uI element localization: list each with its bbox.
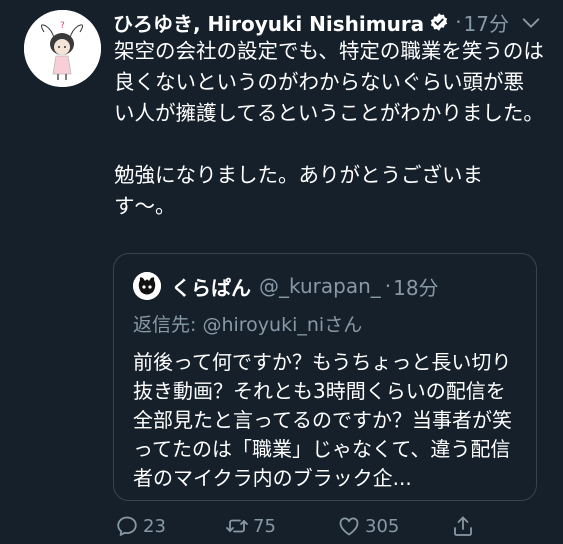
quoted-separator-dot: · bbox=[384, 274, 392, 298]
reply-mention: @hiroyuki_ni bbox=[202, 314, 325, 336]
tweet-header: ひろゆき, Hiroyuki Nishimura · 17分 bbox=[113, 8, 509, 36]
display-name[interactable]: ひろゆき, Hiroyuki Nishimura bbox=[113, 8, 424, 37]
quoted-display-name: くらぱん bbox=[171, 275, 251, 300]
retweet-count: 75 bbox=[253, 515, 276, 537]
quoted-handle: @_kurapan_ bbox=[259, 274, 381, 298]
quoted-tweet-header: くらぱん @_kurapan_ · 18分 bbox=[133, 272, 439, 300]
heart-icon bbox=[339, 517, 359, 536]
tweet: ? ひろゆき, Hiroyuki Nishimura · 17分 架空の会社の設… bbox=[0, 0, 563, 544]
reply-label: 返信先: bbox=[133, 314, 203, 336]
quoted-tweet[interactable]: くらぱん @_kurapan_ · 18分 返信先: @hiroyuki_niさ… bbox=[113, 253, 537, 501]
tweet-text: 架空の会社の設定でも、特定の職業を笑うのは良くないというのがわからないぐらい頭が… bbox=[114, 39, 544, 218]
reply-suffix: さん bbox=[324, 314, 363, 336]
share-icon bbox=[454, 516, 472, 536]
chevron-down-icon[interactable] bbox=[520, 12, 542, 34]
separator-dot: · bbox=[455, 10, 462, 34]
quoted-avatar-illustration bbox=[133, 272, 161, 300]
quoted-tweet-text: 前後って何ですか？もうちょっと長い切り抜き動画？それとも3時間くらいの配信を全部… bbox=[133, 350, 512, 490]
tweet-actions: 23 75 305 bbox=[113, 512, 543, 540]
quoted-avatar bbox=[133, 272, 161, 300]
reply-count: 23 bbox=[143, 515, 166, 537]
verified-badge-icon bbox=[431, 13, 448, 31]
svg-text:?: ? bbox=[60, 21, 65, 31]
retweet-icon bbox=[226, 519, 248, 533]
share-button[interactable] bbox=[451, 512, 479, 540]
like-count: 305 bbox=[365, 515, 400, 537]
like-button[interactable]: 305 bbox=[337, 512, 399, 540]
reply-button[interactable]: 23 bbox=[115, 512, 166, 540]
avatar-illustration: ? bbox=[24, 10, 101, 87]
timestamp[interactable]: 17分 bbox=[464, 8, 509, 37]
reply-icon bbox=[117, 516, 137, 536]
retweet-button[interactable]: 75 bbox=[225, 512, 276, 540]
quoted-timestamp: 18分 bbox=[393, 275, 439, 300]
reply-context: 返信先: @hiroyuki_niさん bbox=[133, 310, 362, 337]
avatar[interactable]: ? bbox=[24, 10, 101, 87]
